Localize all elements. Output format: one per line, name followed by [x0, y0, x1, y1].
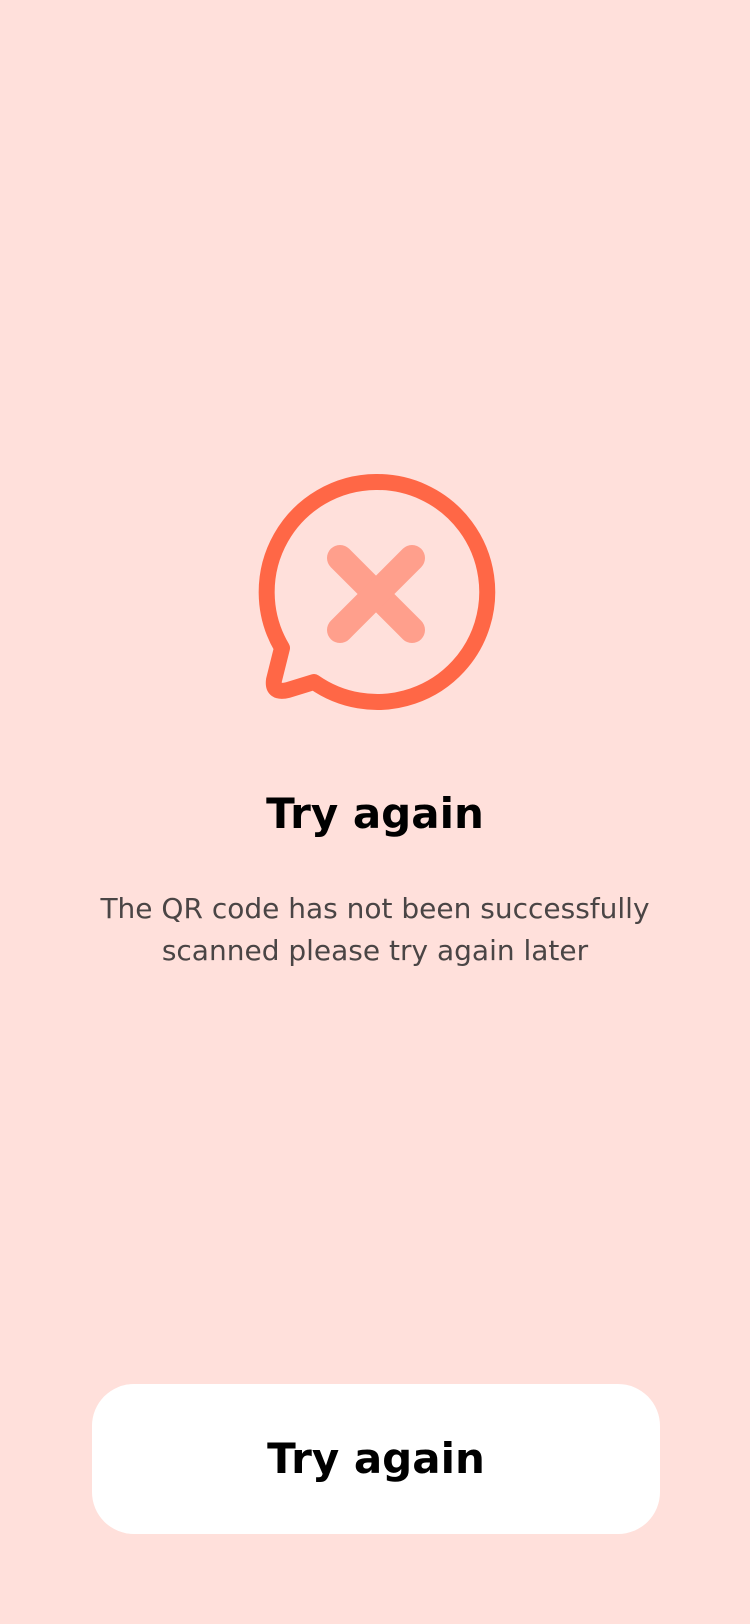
try-again-button[interactable]: Try again	[92, 1384, 660, 1534]
page-title: Try again	[266, 789, 484, 838]
try-again-button-label: Try again	[267, 1434, 485, 1483]
error-message: The QR code has not been successfully sc…	[100, 892, 650, 967]
error-screen: Try again The QR code has not been succe…	[0, 0, 750, 1624]
chat-bubble-x-icon	[252, 468, 500, 716]
